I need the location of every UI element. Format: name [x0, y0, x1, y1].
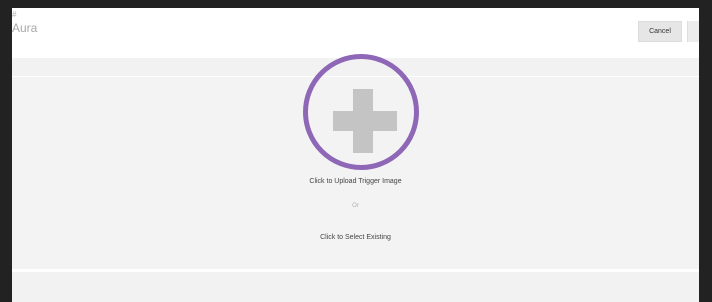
header-action-button[interactable]: [687, 21, 699, 42]
lower-panel: [12, 272, 699, 302]
select-existing-link[interactable]: Click to Select Existing: [12, 234, 699, 241]
header: # Aura Cancel: [12, 8, 699, 58]
brand-small-text: #: [12, 10, 17, 19]
upload-trigger-image-button[interactable]: [303, 54, 419, 170]
cancel-button[interactable]: Cancel: [638, 21, 682, 42]
brand-name: Aura: [12, 21, 38, 35]
app-window: # Aura Cancel Click to Upload Trigger Im…: [0, 0, 712, 302]
plus-icon-horizontal: [333, 111, 397, 131]
or-separator-text: Or: [352, 203, 359, 209]
upload-trigger-image-link[interactable]: Click to Upload Trigger Image: [12, 178, 699, 185]
